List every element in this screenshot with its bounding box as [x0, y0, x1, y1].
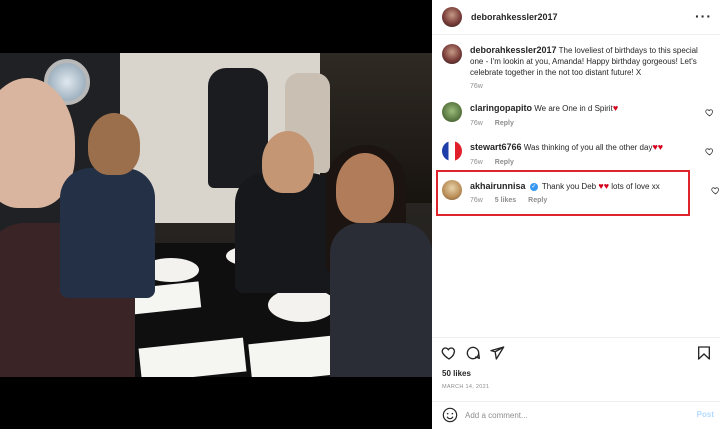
commenter-avatar[interactable] [442, 102, 462, 122]
post-header: deborahkessler2017 ··· [432, 0, 720, 35]
comment-like-heart-icon[interactable] [705, 108, 714, 117]
commenter-username[interactable]: claringopapito [470, 103, 532, 113]
emoji-icon[interactable] [442, 407, 458, 423]
author-avatar[interactable] [442, 44, 462, 64]
post-comment-button[interactable]: Post [697, 410, 714, 419]
comment-icon[interactable] [465, 345, 481, 361]
comment-meta: 76w Reply [470, 157, 524, 168]
photo-person [336, 153, 394, 223]
photo-plate [268, 288, 336, 322]
comment-age: 76w [470, 159, 483, 166]
more-options-icon[interactable]: ··· [695, 8, 712, 24]
likes-count[interactable]: 50 likes [442, 369, 471, 378]
highlight-box [436, 170, 690, 216]
caption-age: 76w [470, 83, 483, 90]
comment-body: We are One in d Spirit [534, 104, 613, 113]
heart-icon[interactable] [441, 345, 457, 361]
reply-button[interactable]: Reply [495, 159, 514, 166]
reply-button[interactable]: Reply [495, 120, 514, 127]
photo-person [60, 168, 155, 298]
post-date: MARCH 14, 2021 [442, 384, 490, 390]
post-photo[interactable] [0, 53, 432, 377]
comment-meta: 76w Reply [470, 118, 524, 129]
bookmark-icon[interactable] [696, 345, 712, 361]
author-username[interactable]: deborahkessler2017 [471, 12, 558, 22]
heart-emoji: ♥ [612, 103, 619, 113]
photo-person [330, 223, 432, 377]
photo-person [88, 113, 140, 175]
caption-text: deborahkessler2017 The loveliest of birt… [470, 45, 704, 78]
add-comment-bar: Post [432, 401, 720, 428]
add-comment-input[interactable] [465, 408, 665, 422]
caption-username[interactable]: deborahkessler2017 [470, 45, 557, 55]
author-avatar[interactable] [442, 7, 462, 27]
comment-age: 76w [470, 120, 483, 127]
comment-item: claringopapito We are One in d Spirit♥ 7… [442, 102, 718, 132]
heart-emoji: ♥♥ [652, 142, 664, 152]
comment-text: claringopapito We are One in d Spirit♥ [470, 103, 704, 114]
caption-meta: 76w [470, 81, 493, 92]
photo-person [262, 131, 314, 193]
post-actions: 50 likes MARCH 14, 2021 Post [432, 337, 720, 427]
comment-item: stewart6766 Was thinking of you all the … [442, 141, 718, 171]
share-icon[interactable] [489, 345, 505, 361]
comment-text: stewart6766 Was thinking of you all the … [470, 142, 704, 153]
comment-like-heart-icon[interactable] [705, 147, 714, 156]
photo-coat [208, 68, 268, 188]
commenter-username[interactable]: stewart6766 [470, 142, 522, 152]
post-media [0, 0, 432, 429]
comment-body: Was thinking of you all the other day [523, 143, 653, 152]
comment-like-heart-icon[interactable] [711, 186, 720, 195]
commenter-avatar[interactable] [442, 141, 462, 161]
